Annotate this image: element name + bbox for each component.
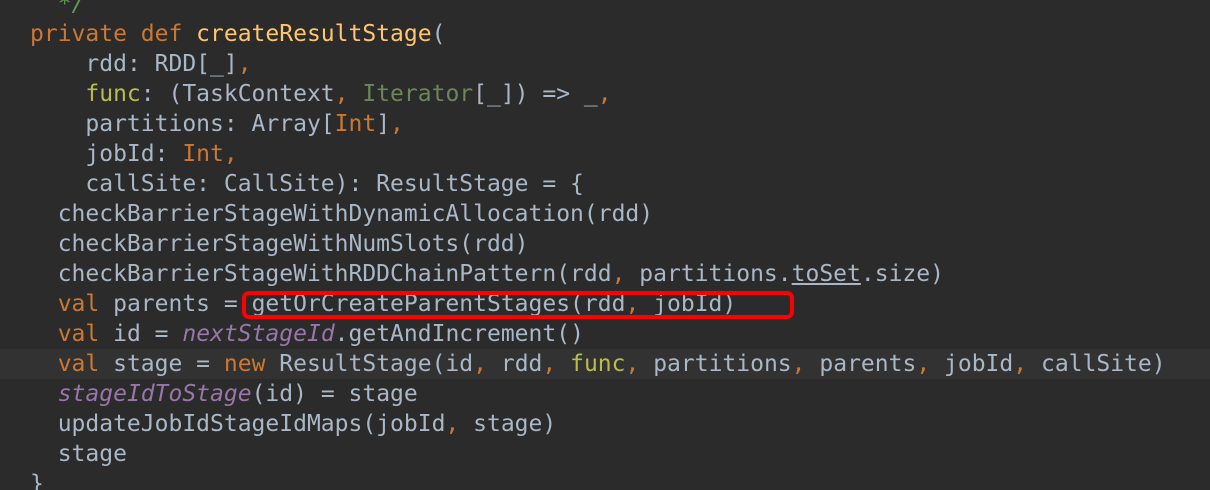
code-token: (id) = stage: [251, 381, 418, 407]
code-token: checkBarrierStageWithNumSlots(rdd): [30, 231, 529, 257]
code-token: val: [57, 321, 114, 347]
code-token: stageIdToStage: [57, 381, 252, 407]
code-token: ,: [473, 351, 501, 377]
code-line[interactable]: checkBarrierStageWithRDDChainPattern(rdd…: [0, 259, 1210, 289]
code-token: .getAndIncrement(): [334, 321, 584, 347]
code-token: ,: [223, 141, 238, 167]
code-token: rdd: [500, 351, 543, 377]
code-token: ,: [597, 81, 612, 107]
code-token: [_]) => _: [473, 81, 598, 107]
code-token: ,: [334, 81, 363, 107]
code-token: createResultStage: [196, 21, 432, 47]
code-token: ,: [791, 351, 820, 377]
code-token: ,: [1013, 351, 1041, 377]
code-token: (: [431, 21, 446, 47]
code-token: callSite: CallSite): ResultStage = {: [30, 171, 584, 197]
code-token: ,: [237, 51, 252, 77]
code-token: stage =: [113, 351, 224, 377]
code-token: ]: [376, 111, 391, 137]
code-line[interactable]: checkBarrierStageWithNumSlots(rdd): [0, 229, 1210, 259]
code-token: toSet: [791, 261, 861, 287]
code-editor[interactable]: */private def createResultStage( rdd: RD…: [0, 0, 1210, 490]
code-token: Int: [334, 111, 377, 137]
code-token: ResultStage(id: [279, 351, 474, 377]
code-token: ,: [445, 411, 474, 437]
code-token: stage: [30, 441, 127, 467]
code-token: ,: [625, 351, 654, 377]
code-line[interactable]: val stage = new ResultStage(id, rdd, fun…: [0, 349, 1210, 379]
code-token: callSite): [1040, 351, 1166, 377]
code-token: */: [30, 0, 86, 17]
code-token: }: [30, 471, 44, 490]
code-token: : RDD[_]: [126, 51, 238, 77]
code-token: Iterator: [362, 81, 474, 107]
code-token: ,: [916, 351, 945, 377]
code-token: id =: [113, 321, 183, 347]
code-token: parents: [819, 351, 917, 377]
code-token: nextStageId: [182, 321, 335, 347]
code-line[interactable]: jobId: Int,: [0, 139, 1210, 169]
code-token: updateJobIdStageIdMaps(jobId: [30, 411, 446, 437]
code-token: partitions: [653, 351, 792, 377]
code-token: private def: [30, 21, 197, 47]
code-token: partitions: Array[: [30, 111, 335, 137]
code-token: checkBarrierStageWithRDDChainPattern(rdd: [30, 261, 612, 287]
code-token: .size): [860, 261, 944, 287]
code-line[interactable]: rdd: RDD[_],: [0, 49, 1210, 79]
code-line[interactable]: checkBarrierStageWithDynamicAllocation(r…: [0, 199, 1210, 229]
code-line[interactable]: func: (TaskContext, Iterator[_]) => _,: [0, 79, 1210, 109]
code-token: : (TaskContext: [140, 81, 335, 107]
code-line[interactable]: stageIdToStage(id) = stage: [0, 379, 1210, 409]
code-token: ,: [542, 351, 571, 377]
code-token: stage): [473, 411, 557, 437]
code-line[interactable]: callSite: CallSite): ResultStage = {: [0, 169, 1210, 199]
code-token: func: [85, 81, 141, 107]
code-token: jobId:: [30, 141, 183, 167]
code-line[interactable]: */: [0, 0, 1210, 19]
code-token: checkBarrierStageWithDynamicAllocation(r…: [30, 201, 654, 227]
code-token: rdd: [30, 51, 127, 77]
code-line[interactable]: stage: [0, 439, 1210, 469]
code-token: jobId: [944, 351, 1014, 377]
code-token: val: [57, 291, 114, 317]
code-token: ,: [390, 111, 404, 137]
code-line[interactable]: val id = nextStageId.getAndIncrement(): [0, 319, 1210, 349]
code-token: val: [57, 351, 114, 377]
code-token: Int: [182, 141, 224, 167]
code-line[interactable]: private def createResultStage(: [0, 19, 1210, 49]
code-line[interactable]: partitions: Array[Int],: [0, 109, 1210, 139]
code-line[interactable]: }: [0, 469, 1210, 490]
code-line[interactable]: updateJobIdStageIdMaps(jobId, stage): [0, 409, 1210, 439]
code-token: new: [223, 351, 280, 377]
highlight-box-annotation: [242, 291, 794, 319]
code-token: ,: [611, 261, 640, 287]
code-token: func: [570, 351, 626, 377]
code-token: partitions.: [639, 261, 792, 287]
